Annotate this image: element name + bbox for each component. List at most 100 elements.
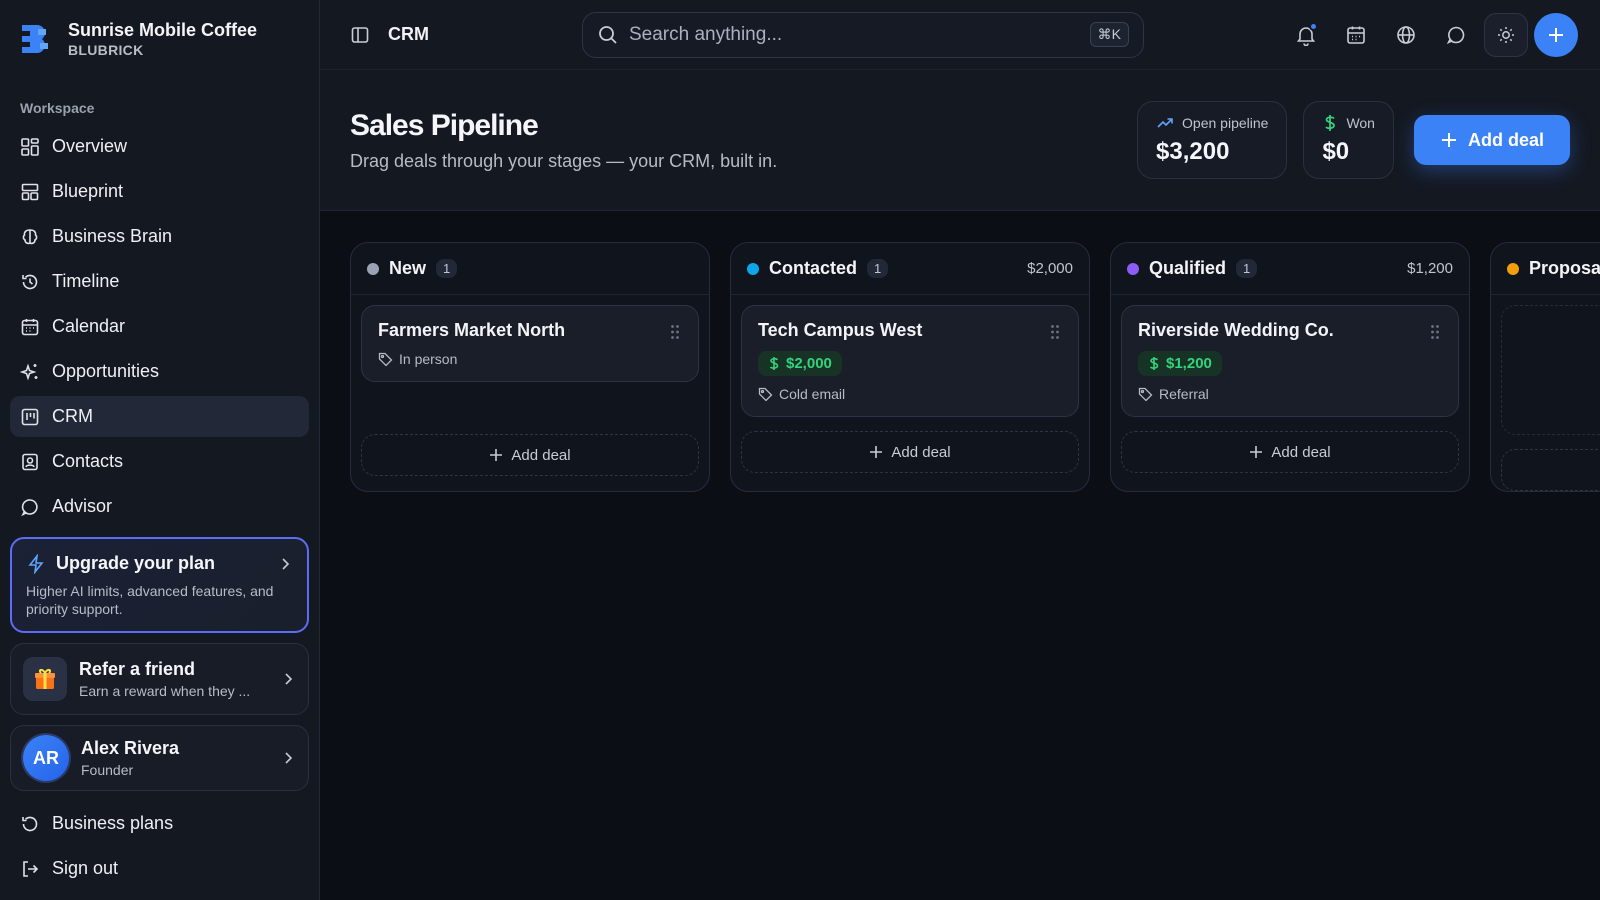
sidebar-item-label: Calendar (52, 316, 126, 336)
sidebar-toggle-icon[interactable] (350, 25, 370, 45)
stage-column-proposal: Proposal (1490, 242, 1600, 492)
calendar-button[interactable] (1334, 13, 1378, 57)
chevron-right-icon (285, 673, 293, 685)
stage-column-new: New 1 Farmers Market North In person Add… (350, 242, 710, 492)
brand[interactable]: Sunrise Mobile Coffee BLUBRICK (10, 0, 309, 78)
stage-name: Proposal (1529, 258, 1600, 278)
shortcut-badge: ⌘K (1089, 22, 1129, 47)
topbar: CRM ⌘K (320, 0, 1600, 70)
sidebar-item-label: Overview (52, 136, 128, 156)
sidebar-item-blueprint[interactable]: Blueprint (10, 171, 309, 212)
sidebar-item-overview[interactable]: Overview (10, 126, 309, 167)
theme-toggle-button[interactable] (1484, 12, 1528, 57)
main-area: CRM ⌘K (320, 0, 1600, 900)
chat-icon (21, 498, 38, 516)
tag-icon (378, 352, 393, 366)
pipeline-board: New 1 Farmers Market North In person Add… (350, 242, 1600, 492)
notifications-button[interactable] (1284, 13, 1328, 57)
tag-icon (758, 387, 773, 401)
sidebar-item-label: Advisor (52, 496, 113, 516)
dollar-icon (1325, 115, 1336, 131)
deal-tag-label: Cold email (779, 386, 846, 402)
plus-icon (1250, 446, 1263, 458)
column-add-deal-button[interactable] (1501, 449, 1600, 491)
sidebar-item-advisor[interactable]: Advisor (10, 486, 309, 527)
chat-icon (1446, 26, 1465, 44)
refer-friend-card[interactable]: Refer a friend Earn a reward when they .… (10, 643, 309, 715)
won-stat: Won $0 (1303, 101, 1394, 179)
sidebar-item-opportunities[interactable]: Opportunities (10, 351, 309, 392)
sidebar-item-business-plans[interactable]: Business plans (10, 803, 309, 844)
dollar-icon (769, 357, 779, 370)
deal-card[interactable]: Tech Campus West $2,000 Cold email (741, 305, 1079, 417)
search-input[interactable] (629, 23, 1080, 46)
open-pipeline-value: $3,200 (1156, 138, 1230, 165)
column-add-deal-button[interactable]: Add deal (1121, 431, 1459, 473)
stage-total: $1,200 (1407, 260, 1453, 277)
deal-title: Riverside Wedding Co. (1138, 320, 1334, 340)
deal-tag-label: In person (399, 351, 458, 367)
stage-name: Contacted (769, 258, 858, 278)
sidebar-item-crm[interactable]: CRM (10, 396, 309, 437)
drag-handle-icon[interactable] (1050, 324, 1060, 340)
deal-tag-label: Referral (1159, 386, 1209, 402)
topbar-title: CRM (388, 24, 429, 44)
deal-card[interactable]: Farmers Market North In person (361, 305, 699, 382)
stage-name: Qualified (1149, 258, 1227, 278)
dollar-icon (1149, 357, 1159, 370)
refer-sub: Earn a reward when they ... (79, 683, 251, 699)
sidebar-item-contacts[interactable]: Contacts (10, 441, 309, 482)
sidebar-item-label: Opportunities (52, 361, 160, 381)
sidebar-item-business-brain[interactable]: Business Brain (10, 216, 309, 257)
stage-dot (1507, 262, 1519, 275)
sidebar-bottom-nav: Business plans Sign out (10, 803, 309, 889)
plus-icon (1441, 133, 1456, 147)
open-pipeline-label: Open pipeline (1182, 115, 1269, 131)
stage-column-contacted: Contacted 1 $2,000 Tech Campus West $2,0… (730, 242, 1090, 492)
won-value: $0 (1322, 138, 1350, 165)
kanban-icon (21, 408, 39, 425)
upgrade-desc: Higher AI limits, advanced features, and… (26, 583, 274, 617)
sidebar-item-timeline[interactable]: Timeline (10, 261, 309, 302)
calendar-icon (21, 318, 39, 335)
gift-icon (23, 657, 67, 701)
sparkles-icon (20, 362, 38, 381)
stage-count: 1 (436, 259, 458, 278)
upgrade-plan-card[interactable]: Upgrade your plan Higher AI limits, adva… (10, 537, 309, 633)
workspace-label: Workspace (20, 100, 95, 116)
user-name: Alex Rivera (81, 738, 180, 758)
contact-icon (22, 453, 38, 470)
chevron-right-icon (282, 557, 290, 570)
sidebar-nav: Overview Blueprint Business Brain Timeli… (10, 126, 309, 527)
add-deal-button[interactable]: Add deal (1413, 115, 1570, 165)
language-button[interactable] (1384, 13, 1428, 57)
brain-icon (22, 228, 38, 244)
lightning-icon (28, 553, 44, 574)
add-deal-label: Add deal (511, 446, 571, 464)
sidebar-item-label: Timeline (52, 271, 120, 291)
search-bar[interactable]: ⌘K (582, 11, 1144, 58)
column-add-deal-button[interactable]: Add deal (741, 431, 1079, 473)
quick-create-button[interactable] (1534, 12, 1578, 57)
sun-icon (1498, 26, 1514, 43)
deal-card[interactable]: Riverside Wedding Co. $1,200 Referral (1121, 305, 1459, 417)
stage-count: 1 (1236, 259, 1258, 278)
messages-button[interactable] (1434, 13, 1478, 57)
stage-dot (367, 262, 379, 275)
sidebar-item-calendar[interactable]: Calendar (10, 306, 309, 347)
chevron-right-icon (285, 752, 293, 764)
page-header: Sales Pipeline Drag deals through your s… (320, 70, 1600, 211)
plus-icon (1549, 27, 1563, 42)
drag-handle-icon[interactable] (1430, 324, 1440, 340)
column-add-deal-button[interactable]: Add deal (361, 434, 699, 476)
deal-amount-badge: $1,200 (1138, 351, 1222, 376)
deal-title: Farmers Market North (378, 320, 566, 340)
upgrade-title: Upgrade your plan (56, 553, 216, 573)
plus-icon (870, 446, 883, 458)
drag-handle-icon[interactable] (670, 324, 680, 340)
sidebar-item-sign-out[interactable]: Sign out (10, 848, 309, 889)
notification-dot (1309, 21, 1318, 31)
deal-title: Tech Campus West (758, 320, 923, 340)
stage-dot (747, 262, 759, 275)
user-card[interactable]: AR Alex Rivera Founder (10, 725, 309, 791)
